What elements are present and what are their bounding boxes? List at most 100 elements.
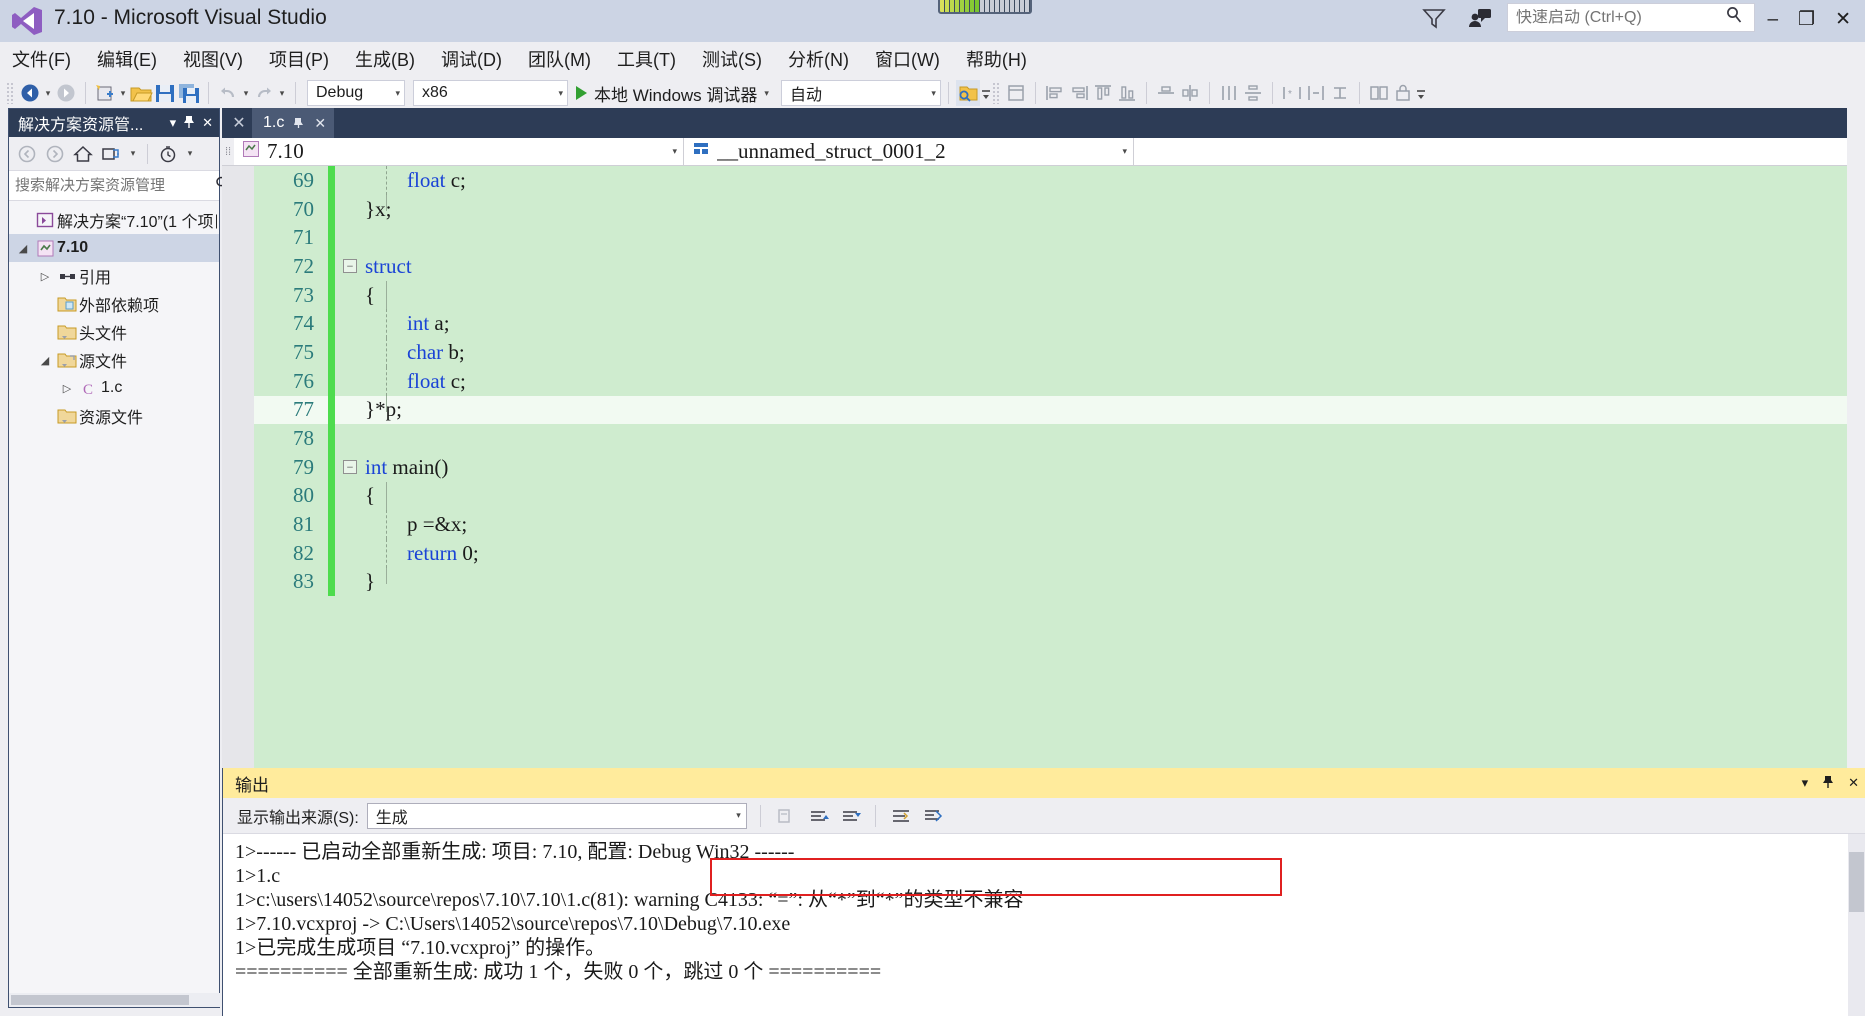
- tree-item-references[interactable]: ▷ 引用: [9, 262, 219, 290]
- align-right-icon[interactable]: [1067, 80, 1091, 106]
- center-horizontal-icon[interactable]: [1154, 80, 1178, 106]
- tree-item-resource-files[interactable]: 资源文件: [9, 402, 219, 430]
- chevron-down-icon[interactable]: ▾: [184, 141, 196, 167]
- close-button[interactable]: ✕: [1835, 10, 1851, 29]
- tree-item-project-710[interactable]: ◢ 7.10: [9, 234, 219, 262]
- restore-button[interactable]: ❐: [1798, 10, 1815, 29]
- navbar-grip[interactable]: ⁞⁞: [222, 138, 234, 165]
- forward-icon[interactable]: [43, 141, 67, 167]
- menu-item-help[interactable]: 帮助(H): [966, 46, 1027, 72]
- output-vertical-scrollbar[interactable]: [1848, 834, 1865, 1016]
- close-icon[interactable]: ✕: [1848, 775, 1859, 791]
- navbar-project-combo[interactable]: 7.10 ▾: [234, 138, 684, 165]
- output-scroll-thumb[interactable]: [1849, 852, 1864, 912]
- code-line[interactable]: 72 − struct: [254, 252, 1865, 281]
- expander[interactable]: ▷: [35, 270, 55, 283]
- tree-item-header-files[interactable]: 头文件: [9, 318, 219, 346]
- toggle-wordwrap-icon[interactable]: [889, 803, 913, 829]
- menu-item-edit[interactable]: 编辑(E): [97, 46, 157, 72]
- menu-item-project[interactable]: 项目(P): [269, 46, 329, 72]
- code-line[interactable]: 83}: [254, 567, 1865, 597]
- chevron-down-icon[interactable]: ▾: [395, 88, 400, 99]
- pin-icon[interactable]: [293, 115, 305, 132]
- redo-caret-icon[interactable]: ▾: [276, 80, 288, 106]
- chevron-down-icon[interactable]: ▾: [764, 88, 769, 99]
- expander[interactable]: ◢: [35, 354, 55, 367]
- chevron-down-icon[interactable]: ▾: [127, 141, 139, 167]
- chevron-down-icon[interactable]: ▾: [558, 88, 563, 99]
- redo-icon[interactable]: [252, 80, 276, 106]
- chevron-down-icon[interactable]: ▾: [672, 146, 677, 157]
- fold-margin[interactable]: −: [335, 259, 365, 274]
- solution-explorer-search[interactable]: ▾: [9, 171, 239, 201]
- code-line[interactable]: 73 {: [254, 280, 1865, 310]
- pin-icon[interactable]: [183, 115, 195, 132]
- chevron-down-icon[interactable]: ▾: [736, 810, 741, 821]
- menu-item-team[interactable]: 团队(M): [528, 46, 591, 72]
- output-text[interactable]: 1>------ 已启动全部重新生成: 项目: 7.10, 配置: Debug …: [223, 834, 1865, 994]
- chevron-down-icon[interactable]: ▾: [931, 88, 936, 99]
- save-all-icon[interactable]: [177, 80, 201, 106]
- center-vertical-icon[interactable]: [1178, 80, 1202, 106]
- find-message-icon[interactable]: [921, 803, 945, 829]
- tab-close-icon[interactable]: ✕: [314, 115, 326, 132]
- back-icon[interactable]: [15, 141, 39, 167]
- open-file-icon[interactable]: [129, 80, 153, 106]
- navigate-back-caret-icon[interactable]: ▾: [42, 80, 54, 106]
- collapse-icon[interactable]: −: [343, 259, 357, 274]
- code-editor[interactable]: 69 float c; 70}x; 71 72− struct 73{74 int a; 75 c…: [222, 166, 1865, 768]
- code-line[interactable]: 74 int a;: [254, 309, 1865, 339]
- toolbar-overflow-icon[interactable]: [1415, 80, 1427, 106]
- space-down-icon[interactable]: [1241, 80, 1265, 106]
- search-input[interactable]: [15, 177, 214, 194]
- navigate-back-icon[interactable]: [18, 80, 42, 106]
- align-left-icon[interactable]: [1043, 80, 1067, 106]
- pending-changes-icon[interactable]: [156, 141, 180, 167]
- code-line[interactable]: 76 float c;: [254, 366, 1865, 396]
- code-line[interactable]: 77}*p;: [254, 395, 1865, 425]
- code-line[interactable]: 69 float c;: [254, 166, 1865, 195]
- code-line[interactable]: 79 − int main(): [254, 452, 1865, 482]
- close-icon[interactable]: ✕: [202, 115, 213, 131]
- pin-icon[interactable]: [1822, 775, 1834, 792]
- navbar-member-combo[interactable]: __unnamed_struct_0001_2 ▾: [684, 138, 1134, 165]
- minimize-button[interactable]: –: [1767, 10, 1778, 29]
- menu-item-tools[interactable]: 工具(T): [617, 46, 676, 72]
- tree-item-source-files[interactable]: ◢ 源文件: [9, 346, 219, 374]
- tree-item-file-1c[interactable]: ▷ C 1.c: [9, 374, 219, 402]
- menu-item-debug[interactable]: 调试(D): [441, 46, 502, 72]
- toolbar-grip[interactable]: [991, 82, 1000, 104]
- quick-launch-input[interactable]: [1516, 8, 1724, 27]
- align-bottom-icon[interactable]: [1115, 80, 1139, 106]
- chevron-down-icon[interactable]: ▾: [170, 115, 177, 131]
- expander[interactable]: ◢: [13, 242, 33, 255]
- code-line[interactable]: 75 char b;: [254, 338, 1865, 367]
- collapse-icon[interactable]: −: [343, 460, 357, 475]
- code-line[interactable]: 70}x;: [254, 194, 1865, 224]
- chevron-down-icon[interactable]: ▾: [1122, 146, 1127, 157]
- code-line[interactable]: 82 return 0;: [254, 538, 1865, 568]
- menu-item-view[interactable]: 视图(V): [183, 46, 243, 72]
- attach-target-combo[interactable]: 自动 ▾: [780, 80, 941, 106]
- solution-explorer-hscrollbar[interactable]: [9, 993, 221, 1007]
- output-source-combo[interactable]: 生成 ▾: [366, 802, 747, 829]
- toolbox-icon[interactable]: [1004, 80, 1028, 106]
- go-to-previous-icon[interactable]: [806, 803, 830, 829]
- save-icon[interactable]: [153, 80, 177, 106]
- menu-item-file[interactable]: 文件(F): [12, 46, 71, 72]
- lock-controls-icon[interactable]: [1391, 80, 1415, 106]
- code-line[interactable]: 81 p =&x;: [254, 510, 1865, 539]
- solution-configuration-combo[interactable]: Debug ▾: [307, 80, 405, 106]
- size-height-icon[interactable]: [1328, 80, 1352, 106]
- close-all-tabs-icon[interactable]: ✕: [226, 108, 252, 138]
- tree-item-external-dependencies[interactable]: 外部依赖项: [9, 290, 219, 318]
- quick-launch-box[interactable]: [1507, 3, 1755, 32]
- undo-caret-icon[interactable]: ▾: [240, 80, 252, 106]
- navigate-forward-icon[interactable]: [54, 80, 78, 106]
- code-line[interactable]: 71: [254, 223, 1865, 253]
- align-top-icon[interactable]: [1091, 80, 1115, 106]
- undo-icon[interactable]: [216, 80, 240, 106]
- feedback-icon[interactable]: [1467, 6, 1493, 35]
- toolbar-grip[interactable]: [6, 82, 14, 104]
- search-icon[interactable]: [1724, 5, 1744, 30]
